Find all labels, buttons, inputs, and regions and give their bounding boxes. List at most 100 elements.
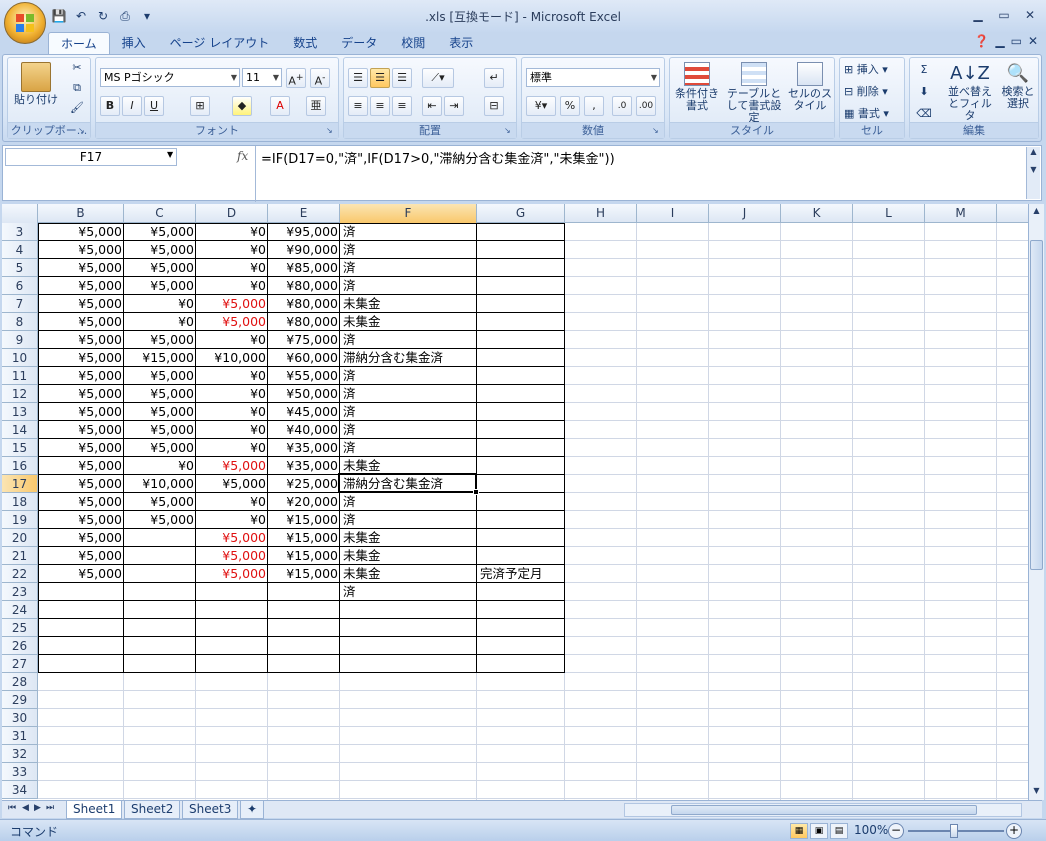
row-header-11[interactable]: 11 — [2, 367, 38, 385]
cell-d20[interactable]: ¥5,000 — [196, 529, 268, 547]
increase-decimal-button[interactable]: .0 — [612, 96, 632, 116]
cell-f8[interactable]: 未集金 — [340, 313, 477, 331]
horizontal-scrollbar[interactable] — [624, 803, 1022, 817]
font-color-button[interactable]: A — [270, 96, 290, 116]
row-header-14[interactable]: 14 — [2, 421, 38, 439]
cell-e11[interactable]: ¥55,000 — [268, 367, 340, 385]
zoom-slider-knob[interactable] — [950, 824, 958, 838]
decrease-decimal-button[interactable]: .00 — [636, 96, 656, 116]
formula-input[interactable]: =IF(D17=0,"済",IF(D17>0,"滞納分含む集金済","未集金")… — [261, 148, 615, 167]
align-center-button[interactable]: ≡ — [370, 96, 390, 116]
sheet-tab-1[interactable]: Sheet1 — [66, 801, 123, 819]
row-header-7[interactable]: 7 — [2, 295, 38, 313]
cell-e19[interactable]: ¥15,000 — [268, 511, 340, 529]
font-name-combo[interactable]: MS Pゴシック ▼ — [100, 68, 240, 87]
cell-d21[interactable]: ¥5,000 — [196, 547, 268, 565]
cell-c12[interactable]: ¥5,000 — [124, 385, 196, 403]
sheet-tab-3[interactable]: Sheet3 — [182, 801, 239, 819]
row-header-5[interactable]: 5 — [2, 259, 38, 277]
cell-f14[interactable]: 済 — [340, 421, 477, 439]
cell-b3[interactable]: ¥5,000 — [38, 223, 124, 241]
align-top-button[interactable]: ☰ — [348, 68, 368, 88]
clear-icon[interactable]: ⌫ — [914, 108, 934, 120]
shrink-font-button[interactable]: A- — [310, 68, 330, 88]
currency-button[interactable]: ¥▾ — [526, 96, 556, 116]
doc-restore-icon[interactable]: ▭ — [1011, 34, 1022, 48]
dialog-launcher-icon[interactable]: ↘ — [326, 126, 336, 136]
page-layout-view-icon[interactable]: ▣ — [810, 823, 828, 839]
cell-c16[interactable]: ¥0 — [124, 457, 196, 475]
active-cell-outline[interactable] — [338, 473, 477, 493]
prev-sheet-icon[interactable]: ◀ — [22, 803, 29, 813]
scroll-down-icon[interactable]: ▼ — [1030, 784, 1043, 798]
cell-e12[interactable]: ¥50,000 — [268, 385, 340, 403]
cell-d7[interactable]: ¥5,000 — [196, 295, 268, 313]
cell-c17[interactable]: ¥10,000 — [124, 475, 196, 493]
cells-area[interactable]: ¥5,000 ¥5,000 ¥0 ¥95,000 済 ¥5,000 ¥5,000 ¥0 ¥90,… — [38, 223, 1028, 800]
cell-c3[interactable]: ¥5,000 — [124, 223, 196, 241]
cell-f5[interactable]: 済 — [340, 259, 477, 277]
worksheet-grid[interactable]: BCDEFGHIJKLM 3 4 5 6 7 8 9 10 11 12 13 14 15 16 17 18 19… — [2, 204, 1028, 800]
zoom-in-icon[interactable]: + — [1006, 823, 1022, 839]
cell-d12[interactable]: ¥0 — [196, 385, 268, 403]
row-header-34[interactable]: 34 — [2, 781, 38, 799]
format-cells-button[interactable]: ▦ 書式 ▾ — [844, 108, 904, 120]
cell-e8[interactable]: ¥80,000 — [268, 313, 340, 331]
zoom-level[interactable]: 100% — [854, 823, 888, 837]
delete-cells-button[interactable]: ⊟ 削除 ▾ — [844, 86, 904, 98]
cell-b13[interactable]: ¥5,000 — [38, 403, 124, 421]
doc-close-icon[interactable]: ✕ — [1028, 34, 1038, 48]
doc-minimize-icon[interactable]: ▁ — [995, 34, 1004, 48]
first-sheet-icon[interactable]: ⏮ — [8, 803, 16, 813]
cell-f18[interactable]: 済 — [340, 493, 477, 511]
cell-c19[interactable]: ¥5,000 — [124, 511, 196, 529]
row-header-16[interactable]: 16 — [2, 457, 38, 475]
cell-c8[interactable]: ¥0 — [124, 313, 196, 331]
percent-button[interactable]: % — [560, 96, 580, 116]
font-size-combo[interactable]: 11 ▼ — [242, 68, 282, 87]
column-header-f[interactable]: F — [340, 204, 477, 223]
copy-icon[interactable]: ⧉ — [68, 82, 86, 94]
insert-function-icon[interactable]: fx — [237, 149, 248, 163]
cell-b8[interactable]: ¥5,000 — [38, 313, 124, 331]
column-header-c[interactable]: C — [124, 204, 196, 223]
cell-b5[interactable]: ¥5,000 — [38, 259, 124, 277]
cell-d14[interactable]: ¥0 — [196, 421, 268, 439]
cell-e3[interactable]: ¥95,000 — [268, 223, 340, 241]
row-header-24[interactable]: 24 — [2, 601, 38, 619]
tab-formulas[interactable]: 数式 — [281, 32, 329, 54]
cell-e9[interactable]: ¥75,000 — [268, 331, 340, 349]
cell-b7[interactable]: ¥5,000 — [38, 295, 124, 313]
tab-view[interactable]: 表示 — [437, 32, 485, 54]
cut-icon[interactable]: ✂ — [68, 62, 86, 74]
bold-button[interactable]: B — [100, 96, 120, 116]
row-header-20[interactable]: 20 — [2, 529, 38, 547]
cell-f12[interactable]: 済 — [340, 385, 477, 403]
cell-b6[interactable]: ¥5,000 — [38, 277, 124, 295]
tab-page-layout[interactable]: ページ レイアウト — [158, 32, 282, 54]
cell-e10[interactable]: ¥60,000 — [268, 349, 340, 367]
column-header-b[interactable]: B — [38, 204, 124, 223]
align-left-button[interactable]: ≡ — [348, 96, 368, 116]
cell-d22[interactable]: ¥5,000 — [196, 565, 268, 583]
cell-c9[interactable]: ¥5,000 — [124, 331, 196, 349]
dialog-launcher-icon[interactable]: ↘ — [652, 126, 662, 136]
cell-e7[interactable]: ¥80,000 — [268, 295, 340, 313]
conditional-format-button[interactable]: 条件付き書式 — [672, 62, 722, 112]
column-header-l[interactable]: L — [853, 204, 925, 223]
dialog-launcher-icon[interactable]: ↘ — [504, 126, 514, 136]
cell-e6[interactable]: ¥80,000 — [268, 277, 340, 295]
cell-d13[interactable]: ¥0 — [196, 403, 268, 421]
cell-e15[interactable]: ¥35,000 — [268, 439, 340, 457]
sheet-tab-2[interactable]: Sheet2 — [124, 801, 181, 819]
cell-b16[interactable]: ¥5,000 — [38, 457, 124, 475]
cell-b4[interactable]: ¥5,000 — [38, 241, 124, 259]
row-header-28[interactable]: 28 — [2, 673, 38, 691]
cell-e14[interactable]: ¥40,000 — [268, 421, 340, 439]
format-as-table-button[interactable]: テーブルとして書式設定 — [724, 62, 784, 124]
increase-indent-button[interactable]: ⇥ — [444, 96, 464, 116]
align-middle-button[interactable]: ☰ — [370, 68, 390, 88]
row-header-31[interactable]: 31 — [2, 727, 38, 745]
row-header-17[interactable]: 17 — [2, 475, 38, 493]
cell-d17[interactable]: ¥5,000 — [196, 475, 268, 493]
